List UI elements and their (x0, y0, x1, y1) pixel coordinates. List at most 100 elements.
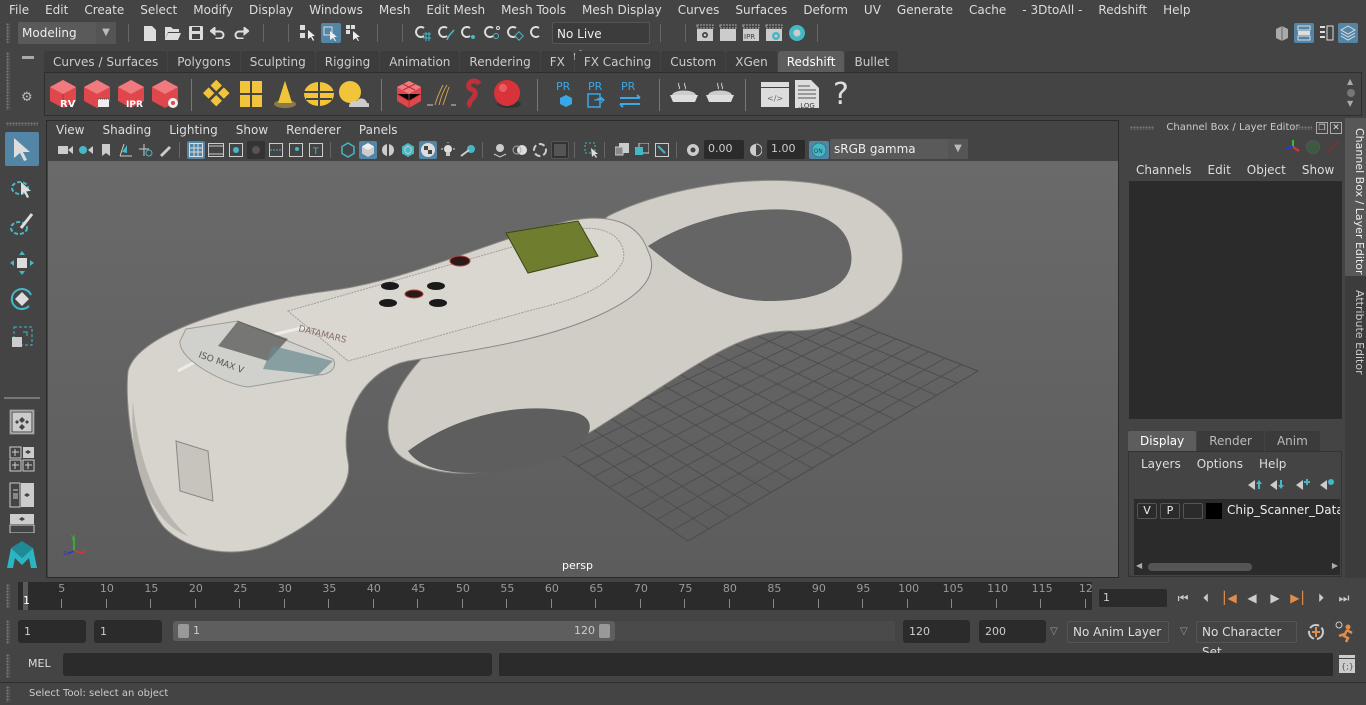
viewport-menu-show[interactable]: Show (227, 121, 277, 139)
scroll-thumb[interactable] (1347, 89, 1355, 97)
current-frame-field[interactable]: 1 (1099, 589, 1167, 607)
layer-color-swatch[interactable] (1206, 503, 1222, 519)
playback-end-field[interactable]: 120 (903, 620, 970, 643)
menu-uv[interactable]: UV (856, 0, 889, 20)
menu-curves[interactable]: Curves (670, 0, 728, 20)
lasso-tool-button[interactable] (5, 172, 39, 206)
rotate-tool-button[interactable] (5, 282, 39, 316)
step-back-frame-button[interactable]: ⏴ (1197, 589, 1215, 607)
range-start-handle[interactable] (178, 624, 189, 638)
snap-grid-icon[interactable] (413, 23, 433, 43)
render-view-icon[interactable] (695, 23, 715, 43)
menu-3dtoall[interactable]: - 3DtoAll - (1014, 0, 1090, 20)
field-chart-icon[interactable] (267, 141, 285, 159)
use-all-lights-icon[interactable] (439, 141, 457, 159)
scene-start-field[interactable]: 1 (18, 620, 86, 643)
menu-windows[interactable]: Windows (301, 0, 371, 20)
layer-tab-anim[interactable]: Anim (1264, 431, 1320, 451)
animation-preferences-icon[interactable] (1334, 621, 1356, 646)
rs-pr-convert-button[interactable]: PR (614, 78, 646, 110)
shelf-tab-rigging[interactable]: Rigging (315, 51, 380, 73)
panel-grip[interactable] (1292, 126, 1312, 130)
viewport-menu-lighting[interactable]: Lighting (160, 121, 227, 139)
tool-settings-toggle-icon[interactable] (1316, 23, 1336, 43)
rs-pr-export-button[interactable]: PR (582, 78, 614, 110)
channel-list[interactable] (1129, 181, 1342, 419)
go-to-end-button[interactable]: ⏭ (1335, 589, 1353, 607)
single-perspective-layout-button[interactable] (5, 405, 39, 439)
bookmark-icon[interactable] (97, 141, 115, 159)
undo-icon[interactable] (208, 23, 228, 43)
rs-portal-light-button[interactable] (235, 78, 267, 110)
timeline-grip[interactable] (6, 584, 10, 608)
chevron-down-icon[interactable]: ▽ (1050, 626, 1058, 637)
menu-file[interactable]: File (0, 0, 37, 20)
rs-ies-light-button[interactable] (269, 78, 301, 110)
gate-mask-icon[interactable] (247, 141, 265, 159)
select-component-icon[interactable] (344, 23, 364, 43)
rs-help-button[interactable]: ? (825, 77, 857, 112)
shelf-settings-gear-icon[interactable]: ⚙ (21, 90, 33, 105)
smooth-shade-icon[interactable] (359, 141, 377, 159)
rs-batch-render-button[interactable] (81, 78, 113, 110)
new-layer-from-selected-icon[interactable] (1319, 478, 1335, 493)
select-tool-button[interactable] (5, 132, 39, 166)
auto-key-icon[interactable] (1306, 622, 1326, 645)
snap-point-icon[interactable] (459, 23, 479, 43)
layer-menu-help[interactable]: Help (1251, 456, 1294, 472)
side-tab-attribute-editor[interactable]: Attribute Editor (1345, 280, 1366, 380)
layer-tab-render[interactable]: Render (1197, 431, 1264, 451)
viewport-3d-canvas[interactable]: DATAMARS ISO MAX V y x z persp (48, 161, 1118, 577)
xray-joints-icon[interactable] (653, 141, 671, 159)
shelf-tab-sculpting[interactable]: Sculpting (240, 51, 315, 73)
hypershade-icon[interactable] (787, 23, 807, 43)
menu-deform[interactable]: Deform (795, 0, 856, 20)
rs-render-settings-button[interactable] (149, 78, 181, 110)
viewport-menu-shading[interactable]: Shading (93, 121, 160, 139)
wireframe-on-shaded-icon[interactable] (399, 141, 417, 159)
default-material-icon[interactable] (379, 141, 397, 159)
manipulator-axes-icon[interactable] (1285, 139, 1301, 158)
shelf-tab-curves-surfaces[interactable]: Curves / Surfaces (44, 51, 168, 73)
shelf-grip[interactable] (6, 52, 10, 110)
grease-pencil-icon[interactable] (157, 141, 175, 159)
snap-projected-center-icon[interactable] (505, 23, 525, 43)
live-surface-field[interactable]: No Live Surface (552, 22, 650, 63)
channel-box-menu-channels[interactable]: Channels (1128, 162, 1200, 178)
snap-curve-icon[interactable] (436, 23, 456, 43)
select-object-icon[interactable] (321, 23, 341, 43)
range-grip[interactable] (6, 620, 10, 644)
render-current-frame-icon[interactable] (718, 23, 738, 43)
command-line-grip[interactable] (6, 654, 10, 678)
range-slider[interactable]: 1 120 (173, 621, 615, 641)
anti-aliasing-icon[interactable] (531, 141, 549, 159)
scroll-down-icon[interactable]: ▼ (1347, 99, 1357, 109)
go-to-start-button[interactable]: ⏮ (1174, 589, 1192, 607)
shelf-menu-icon[interactable] (22, 56, 34, 59)
screen-space-ao-icon[interactable] (491, 141, 509, 159)
command-language-toggle[interactable]: MEL (28, 657, 51, 670)
menu-edit-mesh[interactable]: Edit Mesh (418, 0, 493, 20)
layer-visibility-toggle[interactable]: V (1137, 503, 1157, 519)
modeling-toolkit-icon[interactable] (1272, 23, 1292, 43)
snap-live-icon[interactable] (528, 23, 548, 43)
playback-start-field[interactable]: 1 (94, 620, 162, 643)
speed-toggle-icon[interactable] (1306, 140, 1320, 154)
xray-active-components-icon[interactable] (633, 141, 651, 159)
character-set-dropdown[interactable]: No Character Set (1196, 621, 1297, 659)
workspace-mode-dropdown[interactable]: Modeling ▼ (18, 22, 116, 44)
menu-help[interactable]: Help (1155, 0, 1198, 20)
hyperbolic-toggle-icon[interactable] (1326, 140, 1340, 157)
new-scene-icon[interactable] (140, 23, 160, 43)
redo-icon[interactable] (231, 23, 251, 43)
menu-cache[interactable]: Cache (961, 0, 1014, 20)
channel-box-menu-object[interactable]: Object (1239, 162, 1294, 178)
save-scene-icon[interactable] (186, 23, 206, 43)
script-editor-icon[interactable]: {;} (1339, 655, 1355, 676)
status-line-grip[interactable] (6, 23, 10, 43)
menu-mesh[interactable]: Mesh (371, 0, 419, 20)
shelf-tab-fx[interactable]: FX (540, 51, 574, 73)
snap-view-plane-icon[interactable] (482, 23, 502, 43)
rs-sun-sky-button[interactable] (337, 78, 369, 110)
render-settings-icon[interactable] (764, 23, 784, 43)
